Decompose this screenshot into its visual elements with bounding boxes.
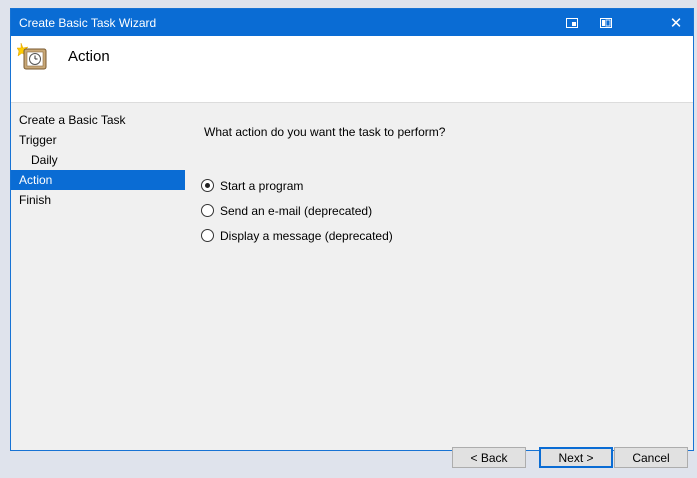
next-button[interactable]: Next > (539, 447, 613, 468)
question-label: What action do you want the task to perf… (204, 125, 446, 139)
radio-label: Display a message (deprecated) (220, 228, 393, 243)
title-bar[interactable]: Create Basic Task Wizard ✕ (11, 9, 693, 36)
radio-button[interactable] (201, 229, 214, 242)
close-button[interactable]: ✕ (657, 9, 693, 36)
task-clock-icon (16, 41, 51, 76)
nav-item-finish[interactable]: Finish (11, 190, 185, 210)
wizard-steps-nav: Create a Basic Task Trigger Daily Action… (11, 110, 191, 210)
back-button[interactable]: < Back (452, 447, 526, 468)
window-title: Create Basic Task Wizard (19, 16, 157, 30)
radio-label: Send an e-mail (deprecated) (220, 203, 373, 218)
page-title: Action (68, 48, 110, 65)
radio-display-message[interactable]: Display a message (deprecated) (201, 223, 393, 248)
radio-send-email[interactable]: Send an e-mail (deprecated) (201, 198, 393, 223)
radio-label: Start a program (220, 178, 304, 193)
radio-button[interactable] (201, 204, 214, 217)
radio-start-program[interactable]: Start a program (201, 173, 393, 198)
nav-item-action[interactable]: Action (11, 170, 185, 190)
tile-windows-icon[interactable] (589, 9, 623, 36)
action-prompt: What action do you want the task to perf… (204, 125, 445, 139)
nav-item-daily[interactable]: Daily (11, 150, 185, 170)
nav-item-trigger[interactable]: Trigger (11, 130, 185, 150)
nav-item-create-basic-task[interactable]: Create a Basic Task (11, 110, 185, 130)
radio-button-checked[interactable] (201, 179, 214, 192)
wizard-window: Create Basic Task Wizard ✕ Action Create… (10, 8, 694, 451)
cancel-button[interactable]: Cancel (614, 447, 688, 468)
snap-layout-icon[interactable] (555, 9, 589, 36)
action-radio-group: Start a program Send an e-mail (deprecat… (201, 173, 393, 248)
close-icon: ✕ (669, 14, 683, 32)
wizard-header: Action (11, 36, 693, 103)
